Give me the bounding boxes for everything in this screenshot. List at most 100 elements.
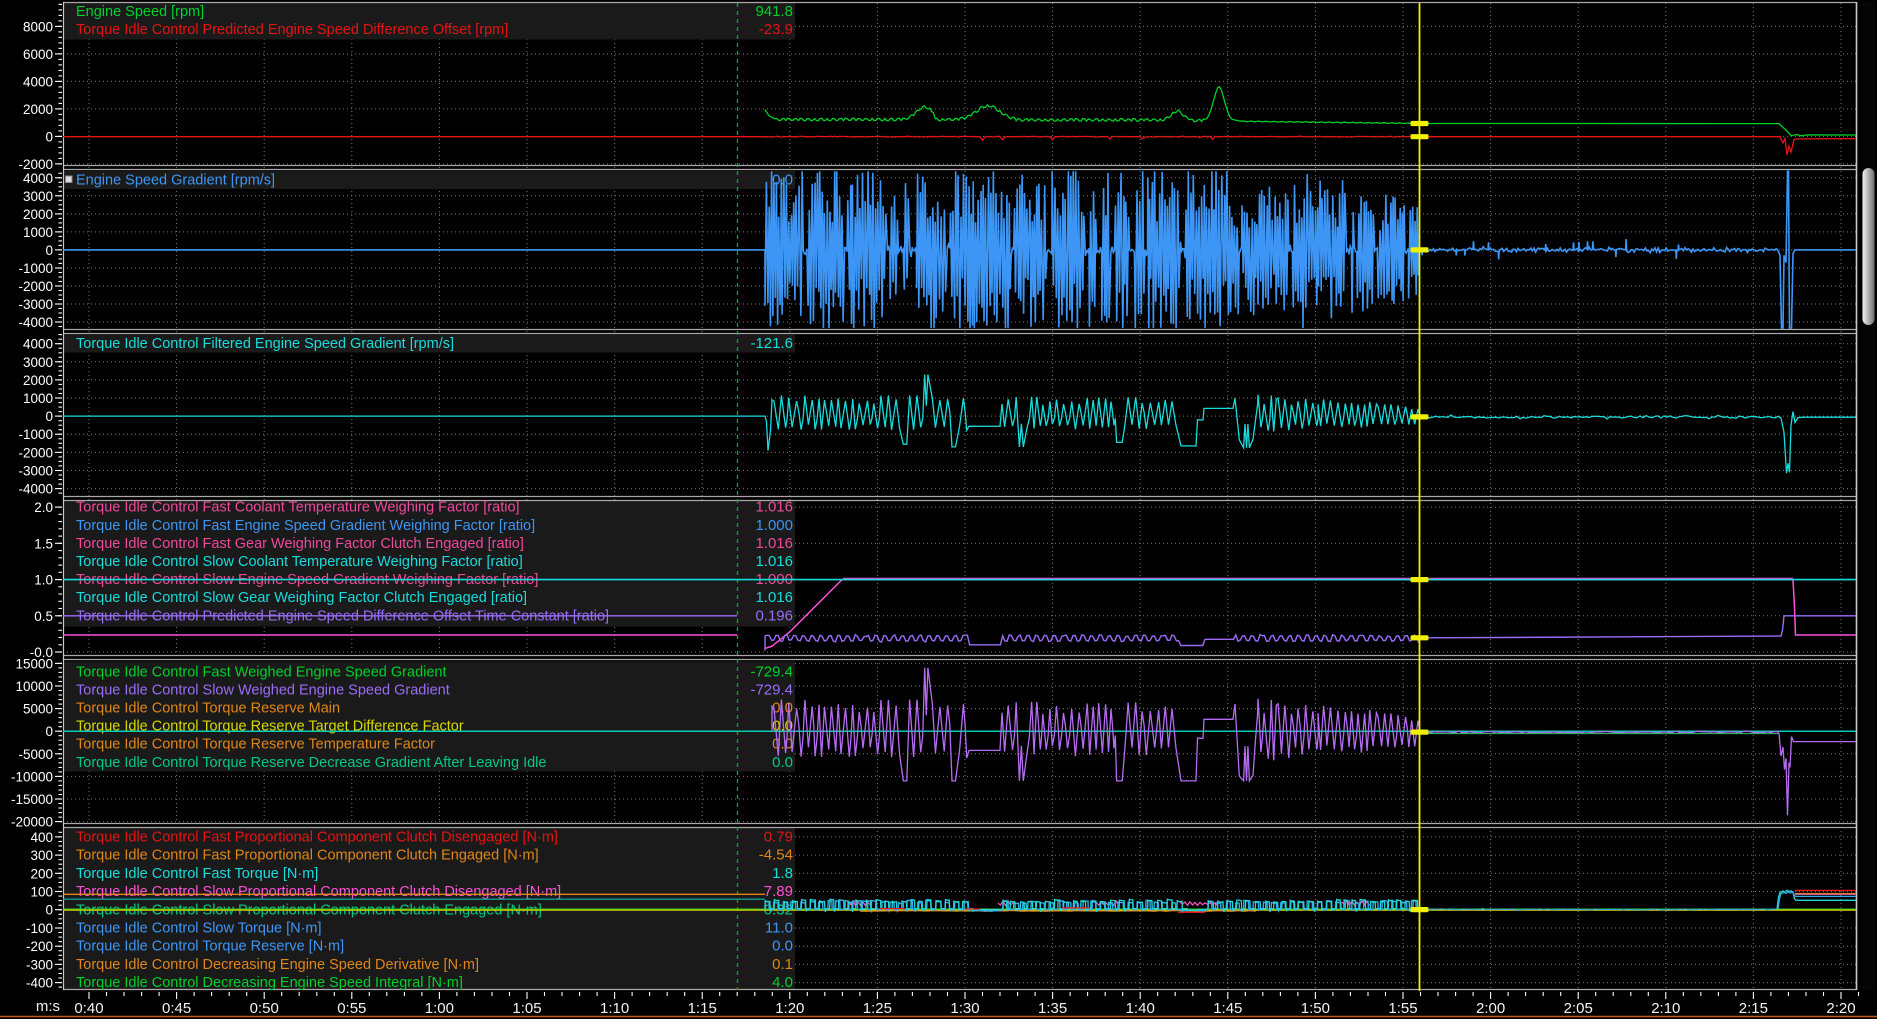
svg-text:4000: 4000 — [23, 171, 53, 186]
svg-text:1.016: 1.016 — [755, 589, 793, 606]
svg-text:1.016: 1.016 — [755, 553, 793, 570]
svg-text:941.8: 941.8 — [755, 3, 793, 20]
svg-text:1:35: 1:35 — [1038, 1000, 1067, 1017]
svg-text:15000: 15000 — [15, 656, 53, 671]
svg-text:0:55: 0:55 — [337, 1000, 366, 1017]
svg-text:2:10: 2:10 — [1651, 1000, 1680, 1017]
svg-text:Engine Speed Gradient [rpm/s]: Engine Speed Gradient [rpm/s] — [76, 173, 275, 189]
svg-text:-3000: -3000 — [18, 464, 53, 479]
svg-text:-3000: -3000 — [18, 297, 53, 312]
svg-text:2000: 2000 — [23, 102, 53, 117]
svg-text:Torque Idle Control Slow Coola: Torque Idle Control Slow Coolant Tempera… — [76, 554, 523, 570]
svg-text:-100: -100 — [26, 921, 53, 936]
svg-text:1.8: 1.8 — [772, 865, 793, 882]
svg-text:-15000: -15000 — [11, 792, 53, 807]
svg-text:11.0: 11.0 — [765, 920, 793, 937]
svg-text:2000: 2000 — [23, 373, 53, 388]
svg-text:-10000: -10000 — [11, 769, 53, 784]
svg-text:2000: 2000 — [23, 207, 53, 222]
svg-text:Torque Idle Control Decreasing: Torque Idle Control Decreasing Engine Sp… — [76, 975, 463, 991]
svg-text:2:00: 2:00 — [1476, 1000, 1505, 1017]
svg-text:0.0: 0.0 — [772, 754, 793, 771]
svg-text:1:55: 1:55 — [1388, 1000, 1417, 1017]
svg-text:Torque Idle Control Fast Weigh: Torque Idle Control Fast Weighed Engine … — [76, 664, 447, 680]
svg-text:Torque Idle Control Filtered E: Torque Idle Control Filtered Engine Spee… — [76, 336, 454, 352]
svg-text:0:50: 0:50 — [250, 1000, 279, 1017]
svg-text:4000: 4000 — [23, 74, 53, 89]
svg-text:Torque Idle Control Torque Res: Torque Idle Control Torque Reserve Targe… — [76, 719, 464, 735]
svg-text:100: 100 — [30, 885, 53, 900]
svg-text:7.89: 7.89 — [764, 883, 793, 900]
svg-text:1:45: 1:45 — [1213, 1000, 1242, 1017]
svg-text:1:50: 1:50 — [1301, 1000, 1330, 1017]
svg-text:0: 0 — [45, 903, 53, 918]
svg-text:-121.6: -121.6 — [750, 335, 793, 352]
svg-text:Torque Idle Control Fast Gear: Torque Idle Control Fast Gear Weighing F… — [76, 536, 524, 552]
svg-text:1:05: 1:05 — [512, 1000, 541, 1017]
svg-text:1:20: 1:20 — [775, 1000, 804, 1017]
svg-text:-2000: -2000 — [18, 279, 53, 294]
svg-text:-4000: -4000 — [18, 315, 53, 330]
svg-text:-20000: -20000 — [11, 815, 53, 830]
svg-text:2:15: 2:15 — [1739, 1000, 1768, 1017]
svg-text:-4000: -4000 — [18, 482, 53, 497]
svg-text:0.0: 0.0 — [772, 736, 793, 753]
svg-text:1.0: 1.0 — [34, 573, 53, 588]
svg-text:0.5: 0.5 — [34, 609, 53, 624]
svg-text:-1000: -1000 — [18, 261, 53, 276]
svg-text:-2000: -2000 — [18, 157, 53, 172]
svg-text:4.0: 4.0 — [772, 974, 793, 991]
svg-text:Torque Idle Control Slow Weigh: Torque Idle Control Slow Weighed Engine … — [76, 682, 450, 698]
svg-text:1000: 1000 — [23, 225, 53, 240]
svg-text:-729.4: -729.4 — [750, 681, 793, 698]
svg-text:Torque Idle Control Fast Propo: Torque Idle Control Fast Proportional Co… — [76, 830, 558, 846]
svg-text:-729.4: -729.4 — [750, 663, 793, 680]
svg-text:1:40: 1:40 — [1126, 1000, 1155, 1017]
svg-text:0: 0 — [45, 724, 53, 739]
svg-text:1:30: 1:30 — [950, 1000, 979, 1017]
svg-text:1.000: 1.000 — [755, 517, 793, 534]
svg-text:-400: -400 — [26, 976, 53, 991]
svg-text:0.0: 0.0 — [772, 938, 793, 955]
svg-text:Torque Idle Control Torque Res: Torque Idle Control Torque Reserve Main — [76, 701, 340, 717]
svg-text:0: 0 — [45, 129, 53, 144]
svg-text:Torque Idle Control Decreasing: Torque Idle Control Decreasing Engine Sp… — [76, 957, 479, 973]
svg-text:4000: 4000 — [23, 337, 53, 352]
svg-text:Torque Idle Control Fast Coola: Torque Idle Control Fast Coolant Tempera… — [76, 500, 520, 516]
svg-text:Engine Speed [rpm]: Engine Speed [rpm] — [76, 4, 204, 20]
svg-text:1000: 1000 — [23, 391, 53, 406]
svg-text:0.196: 0.196 — [755, 607, 793, 624]
svg-text:Torque Idle Control Torque Res: Torque Idle Control Torque Reserve Tempe… — [76, 737, 435, 753]
svg-text:-2000: -2000 — [18, 445, 53, 460]
svg-text:-1000: -1000 — [18, 427, 53, 442]
svg-text:Torque Idle Control Predicted: Torque Idle Control Predicted Engine Spe… — [76, 22, 508, 38]
svg-text:3000: 3000 — [23, 355, 53, 370]
svg-text:Torque Idle Control Torque Res: Torque Idle Control Torque Reserve Decre… — [76, 755, 546, 771]
svg-text:-300: -300 — [26, 957, 53, 972]
svg-text:400: 400 — [30, 830, 53, 845]
svg-text:1.5: 1.5 — [34, 536, 53, 551]
svg-text:1.016: 1.016 — [755, 535, 793, 552]
svg-text:Torque Idle Control Slow Propo: Torque Idle Control Slow Proportional Co… — [76, 884, 561, 900]
svg-text:0.1: 0.1 — [772, 956, 793, 973]
svg-text:1:10: 1:10 — [600, 1000, 629, 1017]
svg-text:Torque Idle Control Fast Torqu: Torque Idle Control Fast Torque [N·m] — [76, 866, 318, 882]
svg-text:1:25: 1:25 — [863, 1000, 892, 1017]
svg-text:2:05: 2:05 — [1564, 1000, 1593, 1017]
svg-text:6000: 6000 — [23, 47, 53, 62]
svg-text:1.016: 1.016 — [755, 499, 793, 516]
svg-text:Torque Idle Control Fast Propo: Torque Idle Control Fast Proportional Co… — [76, 848, 539, 864]
svg-text:300: 300 — [30, 848, 53, 863]
svg-text:0: 0 — [45, 409, 53, 424]
svg-text:Torque Idle Control Slow Gear: Torque Idle Control Slow Gear Weighing F… — [76, 590, 527, 606]
svg-text:200: 200 — [30, 866, 53, 881]
svg-text:5000: 5000 — [23, 702, 53, 717]
svg-text:-5000: -5000 — [18, 747, 53, 762]
svg-text:2.0: 2.0 — [34, 500, 53, 515]
svg-text:Torque Idle Control Slow Torqu: Torque Idle Control Slow Torque [N·m] — [76, 921, 322, 937]
svg-text:8000: 8000 — [23, 19, 53, 34]
svg-text:1:15: 1:15 — [688, 1000, 717, 1017]
svg-text:0:45: 0:45 — [162, 1000, 191, 1017]
svg-text:3000: 3000 — [23, 189, 53, 204]
svg-text:-4.54: -4.54 — [759, 847, 793, 864]
